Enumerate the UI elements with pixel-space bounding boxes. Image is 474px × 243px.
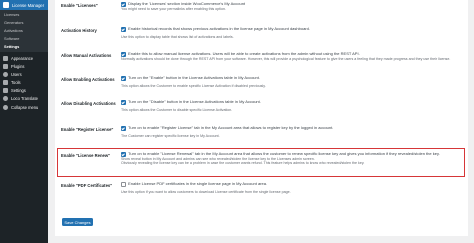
key-icon (3, 2, 9, 8)
setting-field: Enable License PDF certificates in the s… (121, 181, 462, 195)
submenu-settings[interactable]: Settings (0, 42, 48, 50)
checkbox-text: Enable this to allow manual license acti… (128, 51, 360, 56)
setting-description: Obviously revealing the license key can … (121, 160, 365, 165)
setting-row-register-license: Enable "Register License" Turn on to ena… (55, 125, 468, 146)
submenu-licenses[interactable]: Licenses (0, 11, 48, 19)
checkbox-text: Turn on the "Disable" button in the Lice… (128, 99, 261, 104)
setting-description: Use this option if you want to allow cus… (121, 189, 291, 194)
save-changes-button[interactable]: Save Changes (62, 218, 93, 226)
setting-field: Turn on to enable "License Renewal" tab … (121, 151, 462, 166)
setting-row-pdf-certificates: Enable "PDF Certificates" Enable License… (55, 181, 468, 204)
submenu-generators[interactable]: Generators (0, 19, 48, 27)
setting-row-enabling-activations: Allow Enabling Activations Turn on the "… (55, 74, 468, 96)
setting-row-license-renew: Enable "License Renew" Turn on to enable… (55, 151, 468, 174)
settings-icon (3, 88, 8, 94)
setting-description: Normally activations should be done thro… (121, 56, 451, 61)
setting-row-licenses: Enable "Licenses" Display the 'Licenses'… (55, 1, 468, 22)
setting-label: Activation History (61, 28, 97, 33)
sidebar-item-tools[interactable]: Tools (0, 78, 48, 86)
license-renew-checkbox[interactable] (121, 152, 126, 157)
setting-field: Turn on the "Disable" button in the Lice… (121, 99, 462, 113)
sidebar-item-loco-translate[interactable]: Loco Translate (0, 95, 48, 103)
setting-description: This option allows the Customer to enabl… (121, 83, 266, 88)
setting-label: Enable "License Renew" (61, 153, 111, 158)
setting-field: Enable this to allow manual license acti… (121, 51, 462, 62)
setting-field: Enable historical records that shows pre… (121, 26, 462, 40)
checkbox-text: Turn on to enable "License Renewal" tab … (128, 151, 440, 156)
setting-description: Use this option to display table that sh… (121, 34, 234, 39)
setting-row-activation-history: Activation History Enable historical rec… (55, 26, 468, 49)
users-icon (3, 71, 8, 77)
checkbox-text: Display the 'Licenses' section inside Wo… (128, 1, 246, 6)
setting-label: Enable "PDF Certificates" (61, 183, 113, 188)
translate-icon (3, 96, 8, 102)
sidebar-item-label: License Manager (12, 2, 45, 8)
submenu-software[interactable]: Software (0, 34, 48, 42)
disabling-activations-checkbox[interactable] (121, 100, 126, 105)
enabling-activations-checkbox[interactable] (121, 76, 126, 81)
sidebar-item-plugins[interactable]: Plugins (0, 62, 48, 70)
sidebar-item-settings[interactable]: Settings (0, 87, 48, 95)
setting-description: This option allows the Customer to disab… (121, 107, 233, 112)
setting-field: Turn on the "Enable" button in the Licen… (121, 75, 462, 89)
setting-row-manual-activations: Allow Manual Activations Enable this to … (55, 51, 468, 72)
brush-icon (3, 55, 8, 61)
pdf-certificates-checkbox[interactable] (121, 182, 126, 187)
sidebar-item-users[interactable]: Users (0, 70, 48, 78)
register-license-checkbox[interactable] (121, 126, 126, 131)
setting-label: Allow Manual Activations (61, 53, 112, 58)
setting-label: Allow Enabling Activations (61, 77, 115, 82)
setting-description: The Customer can register specific licen… (121, 133, 220, 138)
sidebar-item-appearance[interactable]: Appearance (0, 54, 48, 62)
enable-licenses-checkbox[interactable] (121, 2, 126, 7)
checkbox-text: Turn on the "Enable" button in the Licen… (128, 75, 260, 80)
setting-field: Display the 'Licenses' section inside Wo… (121, 1, 462, 12)
setting-label: Allow Disabling Activations (61, 101, 116, 106)
plug-icon (3, 63, 8, 69)
admin-sidebar: License Manager Licenses Generators Acti… (0, 0, 48, 243)
manual-activations-checkbox[interactable] (121, 52, 126, 57)
sidebar-collapse-menu[interactable]: Collapse menu (0, 103, 48, 111)
setting-label: Enable "Register License" (61, 127, 114, 132)
setting-field: Turn on to enable "Register License" tab… (121, 125, 462, 139)
license-manager-submenu: Licenses Generators Activations Software… (0, 10, 48, 52)
sidebar-item-license-manager[interactable]: License Manager (0, 0, 48, 10)
activation-history-checkbox[interactable] (121, 27, 126, 32)
settings-panel: Enable "Licenses" Display the 'Licenses'… (55, 0, 468, 236)
checkbox-text: Enable License PDF certificates in the s… (128, 181, 268, 186)
setting-label: Enable "Licenses" (61, 3, 98, 8)
collapse-icon (3, 104, 8, 110)
checkbox-text: Turn on to enable "Register License" tab… (128, 125, 334, 130)
setting-description: You might need to save your permalinks a… (121, 6, 226, 11)
wrench-icon (3, 80, 8, 86)
checkbox-text: Enable historical records that shows pre… (128, 26, 310, 31)
setting-row-disabling-activations: Allow Disabling Activations Turn on the … (55, 99, 468, 120)
submenu-activations[interactable]: Activations (0, 27, 48, 35)
